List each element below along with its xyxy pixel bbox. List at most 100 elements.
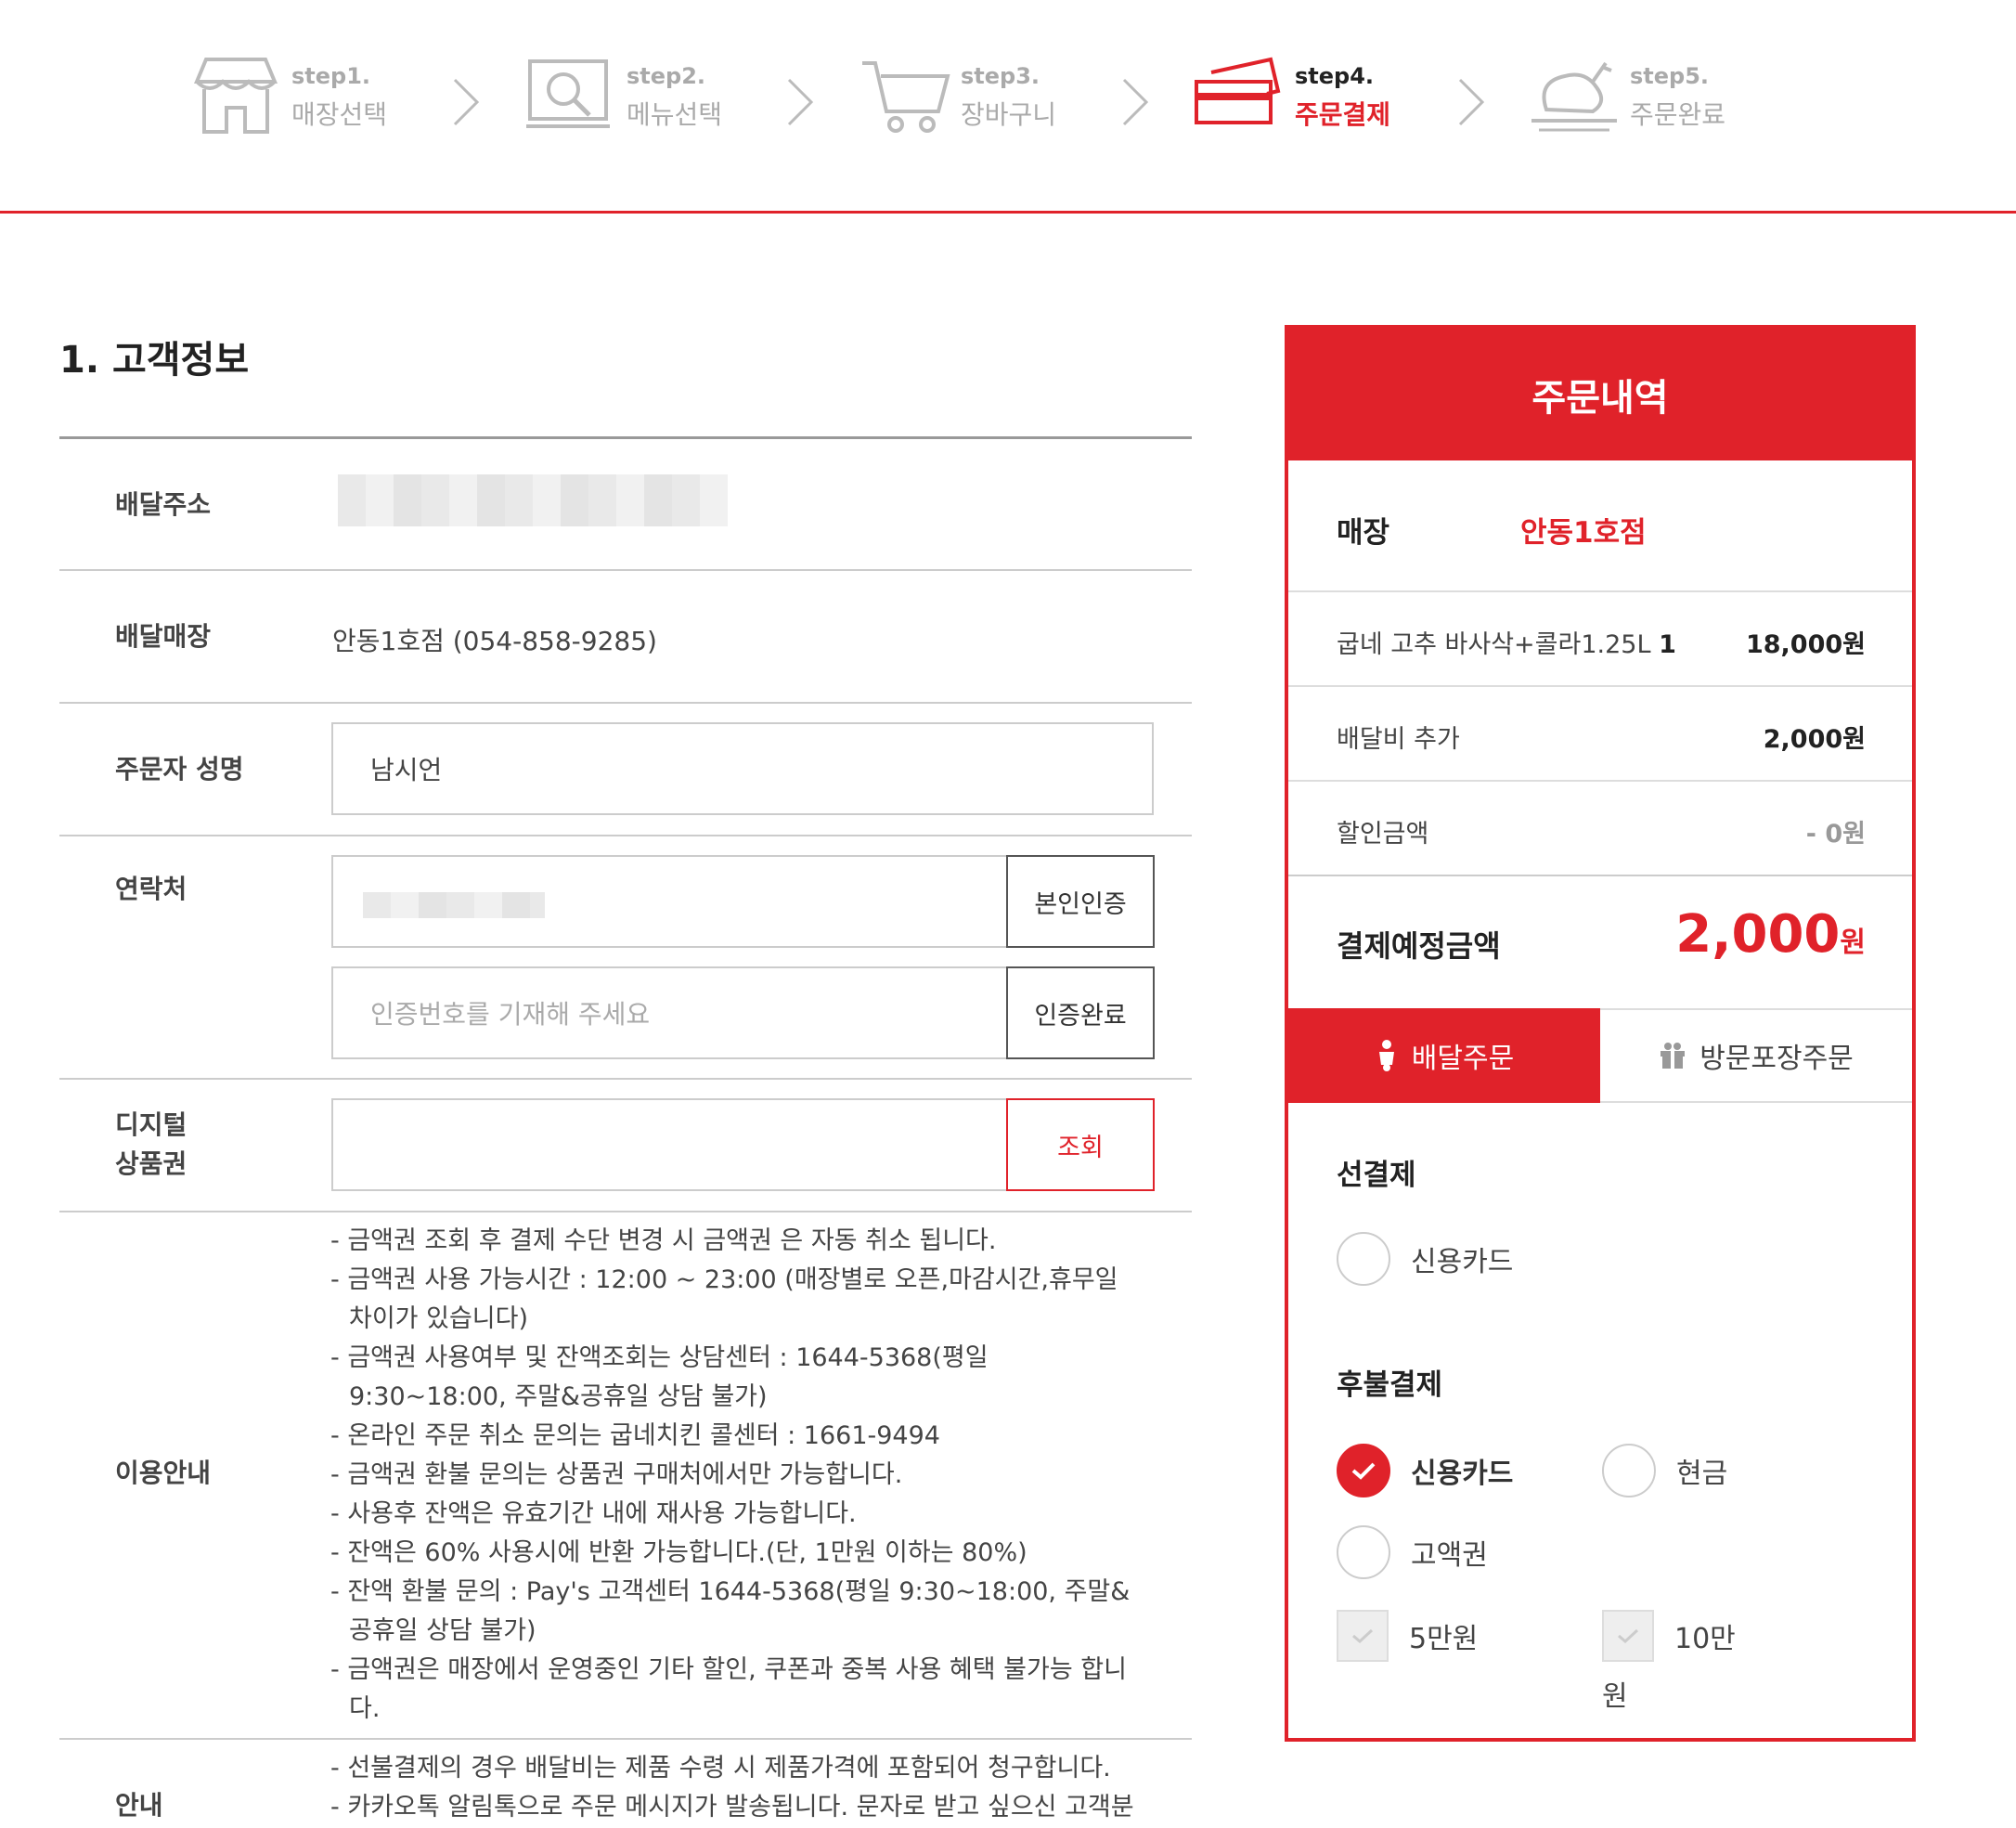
check-icon	[1618, 1628, 1639, 1644]
customer-info-form: 배달주소 배달매장 안동1호점 (054-858-9285) 주문자 성명 남시…	[59, 436, 1192, 1822]
radio-button-checked[interactable]	[1337, 1444, 1390, 1497]
tab-pickup-order[interactable]: 방문포장주문	[1600, 1008, 1912, 1103]
guide-row: 안내 - 선불결제의 경우 배달비는 제품 수령 시 제품가격에 포함되어 청구…	[59, 1740, 1192, 1828]
postpay-title: 후불결제	[1337, 1368, 1443, 1402]
order-steps: step1. 매장선택 step2. 메뉴선택 step3. 장바구니 step…	[0, 0, 2016, 214]
notice-line: - 금액권 사용 가능시간 : 12:00 ~ 23:00 (매장별로 오픈,마…	[330, 1265, 1118, 1333]
voucher-50k-label: 5만원	[1409, 1623, 1479, 1655]
chevron-right-icon	[1458, 78, 1485, 126]
voucher-100k-label-a: 10만	[1674, 1623, 1736, 1655]
item-price: 18,000원	[1745, 630, 1866, 659]
digital-gift-input[interactable]	[331, 1098, 1027, 1191]
checkbox[interactable]	[1337, 1610, 1389, 1662]
total-label: 결제예정금액	[1337, 928, 1501, 964]
radio-button[interactable]	[1337, 1525, 1390, 1579]
discount-label: 할인금액	[1337, 820, 1429, 849]
gift-search-button[interactable]: 조회	[1006, 1098, 1155, 1191]
radio-button[interactable]	[1337, 1232, 1390, 1286]
address-label: 배달주소	[115, 489, 212, 520]
step-5: step5. 주문완료	[1528, 54, 1751, 147]
step-label: 메뉴선택	[627, 99, 723, 130]
order-item-row: 굽네 고추 바사삭+콜라1.25L 1 18,000원	[1288, 592, 1912, 687]
menu-search-icon	[526, 59, 610, 128]
gift-box-icon	[1661, 1043, 1686, 1069]
order-store-label: 매장	[1337, 516, 1390, 550]
orderer-name-input[interactable]: 남시언	[331, 722, 1154, 815]
postpay-card-option[interactable]: 신용카드	[1337, 1443, 1513, 1498]
radio-button[interactable]	[1602, 1444, 1656, 1497]
step-label: 주문완료	[1630, 99, 1726, 130]
address-row: 배달주소	[59, 439, 1192, 571]
chevron-right-icon	[453, 78, 480, 126]
verification-code-input[interactable]: 인증번호를 기재해 주세요	[331, 966, 1027, 1059]
postpay-voucher-label: 고액권	[1411, 1539, 1488, 1572]
step-number: step2.	[627, 63, 706, 89]
order-type-tabs: 배달주문 방문포장주문	[1288, 1008, 1912, 1103]
delivery-fee-label: 배달비 추가	[1337, 725, 1460, 754]
check-icon	[1352, 1628, 1374, 1644]
prepay-card-option[interactable]: 신용카드	[1337, 1231, 1513, 1287]
checkbox[interactable]	[1602, 1610, 1654, 1662]
delivery-store-row: 배달매장 안동1호점 (054-858-9285)	[59, 571, 1192, 704]
postpay-cash-option[interactable]: 현금	[1602, 1443, 1727, 1498]
guide-text: - 선불결제의 경우 배달비는 제품 수령 시 제품가격에 포함되어 청구합니다…	[330, 1749, 1184, 1827]
step-4: step4. 주문결제	[1193, 54, 1415, 147]
order-item-name: 굽네 고추 바사삭+콜라1.25L 1	[1337, 624, 1676, 660]
notice-line: - 금액권 환불 문의는 상품권 구매처에서만 가능합니다.	[330, 1460, 903, 1489]
order-store-row: 매장 안동1호점	[1288, 460, 1912, 592]
voucher-100k-label-b: 원	[1602, 1680, 1628, 1713]
notice-line: - 잔액은 60% 사용시에 반환 가능합니다.(단, 1만원 이하는 80%)	[330, 1538, 1027, 1567]
prepay-card-label: 신용카드	[1411, 1246, 1514, 1278]
step-label: 매장선택	[291, 99, 388, 130]
order-summary-panel: 주문내역 매장 안동1호점 굽네 고추 바사삭+콜라1.25L 1 18,000…	[1285, 325, 1916, 1742]
step-label: 주문결제	[1295, 99, 1391, 130]
store-icon	[194, 58, 278, 134]
tab-delivery-label: 배달주문	[1411, 1043, 1515, 1075]
total-row: 결제예정금액 2,000원	[1288, 876, 1912, 1008]
step-1: step1. 매장선택	[189, 54, 412, 147]
notice-line: - 사용후 잔액은 유효기간 내에 재사용 가능합니다.	[330, 1499, 857, 1528]
delivery-store-label: 배달매장	[115, 621, 212, 652]
total-amount: 2,000원	[1675, 904, 1866, 965]
step-number: step1.	[291, 63, 371, 89]
guide-line: - 카카오톡 알림톡으로 주문 메시지가 발송됩니다. 문자로 받고 싶으신 고…	[330, 1793, 1134, 1822]
contact-row: 연락처 본인인증 인증번호를 기재해 주세요 인증완료	[59, 836, 1192, 1080]
notice-line: - 잔액 환불 문의 : Pay's 고객센터 1644-5368(평일 9:3…	[330, 1577, 1131, 1645]
postpay-voucher-option[interactable]: 고액권	[1337, 1524, 1488, 1580]
total-value: 2,000	[1675, 904, 1841, 965]
digital-gift-label-2: 상품권	[115, 1148, 187, 1179]
tab-delivery-order[interactable]: 배달주문	[1288, 1008, 1600, 1103]
delivery-store-value: 안동1호점 (054-858-9285)	[332, 626, 657, 656]
tab-pickup-label: 방문포장주문	[1699, 1043, 1854, 1075]
identity-verify-button[interactable]: 본인인증	[1006, 855, 1155, 948]
order-summary-title: 주문내역	[1288, 329, 1912, 460]
discount-row: 할인금액 - 0원	[1288, 782, 1912, 876]
voucher-50k-option[interactable]: 5만원	[1337, 1608, 1478, 1664]
total-unit: 원	[1840, 927, 1866, 959]
phone-value-blurred	[363, 892, 545, 918]
step-2: step2. 메뉴선택	[524, 54, 747, 147]
orderer-name-row: 주문자 성명 남시언	[59, 704, 1192, 836]
notice-line: - 온라인 주문 취소 문의는 굽네치킨 콜센터 : 1661-9494	[330, 1421, 940, 1450]
digital-gift-row: 디지털 상품권 조회	[59, 1080, 1192, 1212]
address-value-blurred	[338, 474, 728, 526]
step-3: step3. 장바구니	[859, 54, 1081, 147]
verification-complete-button[interactable]: 인증완료	[1006, 966, 1155, 1059]
phone-input[interactable]	[331, 855, 1027, 948]
guide-line: - 선불결제의 경우 배달비는 제품 수령 시 제품가격에 포함되어 청구합니다…	[330, 1754, 1111, 1783]
chicken-icon	[1531, 61, 1617, 132]
postpay-cash-label: 현금	[1676, 1458, 1728, 1490]
digital-gift-label-1: 디지털	[115, 1109, 187, 1140]
step-label: 장바구니	[961, 99, 1057, 130]
orderer-name-label: 주문자 성명	[115, 754, 244, 784]
chevron-right-icon	[787, 78, 814, 126]
item-quantity: 1	[1659, 630, 1676, 659]
prepay-title: 선결제	[1337, 1159, 1416, 1192]
notice-line: - 금액권은 매장에서 운영중인 기타 할인, 쿠폰과 중복 사용 혜택 불가능…	[330, 1655, 1127, 1723]
check-icon	[1351, 1462, 1376, 1480]
usage-notice-label: 이용안내	[115, 1458, 212, 1488]
usage-notice-row: 이용안내 - 금액권 조회 후 결제 수단 변경 시 금액권 은 자동 취소 됩…	[59, 1212, 1192, 1740]
cart-icon	[862, 61, 950, 133]
voucher-100k-option[interactable]: 10만	[1602, 1608, 1736, 1664]
item-name: 굽네 고추 바사삭+콜라1.25L	[1337, 630, 1651, 659]
